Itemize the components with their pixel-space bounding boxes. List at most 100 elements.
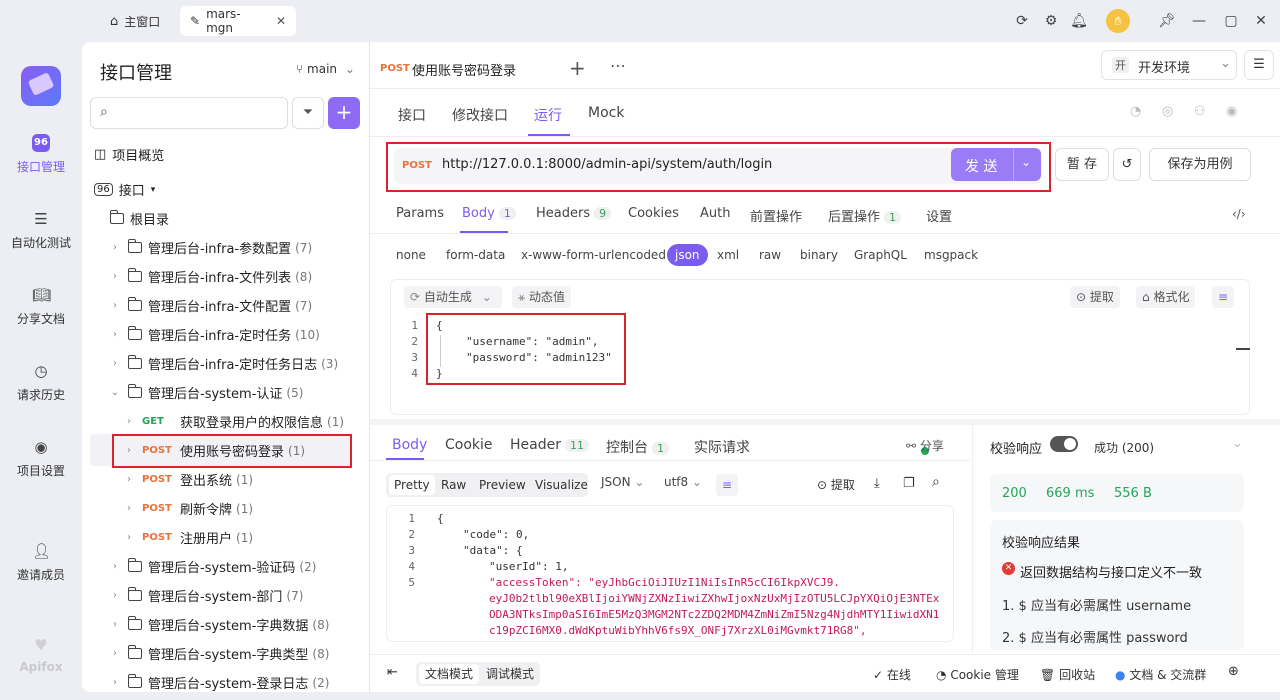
subtab[interactable]: 接口	[398, 105, 426, 125]
response-tab[interactable]: 控制台 1	[606, 437, 669, 457]
request-tab[interactable]: Body 1	[462, 206, 516, 221]
chevron-right-icon[interactable]: ›	[108, 329, 122, 340]
request-tab[interactable]: 后置操作 1	[828, 206, 902, 225]
env-selector[interactable]: 开 开发环境 ⌄	[1101, 50, 1237, 80]
folder-row[interactable]: › 管理后台-system-登录日志 (2)	[108, 668, 395, 697]
chevron-right-icon[interactable]: ›	[108, 590, 122, 601]
close-tab-icon[interactable]: ✕	[276, 14, 286, 28]
endpoint-row[interactable]: › POST 注册用户 (1)	[122, 523, 409, 552]
resp-extract-button[interactable]: ⊙ 提取	[817, 476, 855, 493]
endpoint-row[interactable]: › GET 获取登录用户的权限信息 (1)	[122, 407, 409, 436]
chevron-down-icon[interactable]: ⌄	[1232, 436, 1243, 451]
save-case-button[interactable]: 保存为用例	[1149, 148, 1251, 181]
autogen-button[interactable]: ⟳ 自动生成 ⌄	[404, 286, 502, 308]
code-line[interactable]: "data": {	[463, 544, 523, 557]
request-tab[interactable]: 设置	[926, 206, 952, 225]
doc-mode-button[interactable]: 文档模式	[419, 664, 479, 684]
share-button[interactable]: ⚯ 分享	[906, 437, 944, 454]
chevron-right-icon[interactable]: ›	[108, 358, 122, 369]
folder-row[interactable]: › 管理后台-infra-文件配置 (7)	[108, 291, 395, 320]
online-status[interactable]: ✓ 在线	[873, 666, 911, 683]
code-gen-icon[interactable]: ⚇	[1194, 104, 1206, 119]
send-button[interactable]: 发 送 ⌄	[951, 148, 1041, 181]
gear-icon[interactable]: ⚙	[1042, 12, 1060, 30]
validate-toggle[interactable]	[1050, 436, 1078, 452]
nav-invite[interactable]: 👤︎ 邀请成员	[0, 542, 82, 583]
subtab[interactable]: 修改接口	[452, 105, 508, 125]
code-line[interactable]: "code": 0,	[463, 528, 529, 541]
folder-row[interactable]: › 管理后台-system-验证码 (2)	[108, 552, 395, 581]
subtab[interactable]: Mock	[588, 105, 624, 121]
search-icon[interactable]: ⌕	[932, 474, 940, 490]
upgrade-icon[interactable]: ⊕	[1228, 664, 1239, 679]
community-link[interactable]: ● 文档 & 交流群	[1115, 666, 1206, 683]
dynamic-value-button[interactable]: ⚹ 动态值	[512, 286, 572, 308]
project-logo[interactable]	[21, 66, 61, 106]
format-select[interactable]: JSON ⌄	[601, 475, 644, 489]
chevron-right-icon[interactable]: ›	[122, 445, 136, 456]
new-tab-icon[interactable]: +	[569, 56, 586, 80]
wrap-button[interactable]: ≡	[716, 474, 739, 496]
search-input[interactable]: ⌕	[90, 97, 288, 129]
request-tab[interactable]: Cookies	[628, 206, 679, 221]
folder-row[interactable]: › 管理后台-infra-参数配置 (7)	[108, 233, 395, 262]
view-mode-option[interactable]: Pretty	[389, 475, 435, 495]
project-window-tab[interactable]: ✎ mars-mgn ✕	[180, 6, 296, 36]
body-type-option[interactable]: raw	[759, 244, 781, 266]
nav-share-docs[interactable]: 📖︎ 分享文档	[0, 286, 82, 327]
folder-row[interactable]: › 管理后台-infra-文件列表 (8)	[108, 262, 395, 291]
share-circle-icon[interactable]: ◎	[1162, 104, 1173, 119]
nav-api-management[interactable]: 96 接口管理	[0, 134, 82, 175]
more-icon[interactable]: ⋯	[610, 56, 626, 75]
code-line[interactable]: "refreshToken": "eyJhbGciOiJIUzI1NiIsInR…	[489, 640, 847, 641]
folder-row[interactable]: › 管理后台-infra-定时任务 (10)	[108, 320, 395, 349]
debug-mode-button[interactable]: 调试模式	[486, 665, 534, 682]
pin-icon[interactable]: 📌︎	[1158, 12, 1176, 30]
body-type-option[interactable]: form-data	[446, 244, 505, 266]
chevron-right-icon[interactable]: ›	[108, 619, 122, 630]
bell-icon[interactable]: 🔔︎	[1070, 12, 1088, 30]
chevron-right-icon[interactable]: ›	[108, 677, 122, 688]
folder-row[interactable]: › 管理后台-system-字典类型 (8)	[108, 639, 395, 668]
code-line[interactable]: "accessToken": "eyJhbGciOiJIUzI1NiIsInR5…	[489, 576, 840, 589]
code-line[interactable]: c19pZCI6MX0.dWdKptuWibYhhV6fs9X_ONFj7Xrz…	[489, 624, 867, 637]
menu-button[interactable]: ☰	[1244, 50, 1274, 80]
nav-project-settings[interactable]: ◉ 项目设置	[0, 438, 82, 479]
chevron-right-icon[interactable]: ›	[108, 561, 122, 572]
folder-row[interactable]: ⌄ 管理后台-system-认证 (5)	[108, 378, 395, 407]
chevron-right-icon[interactable]: ›	[122, 503, 136, 514]
wrap-button[interactable]: ≡	[1212, 286, 1235, 308]
request-tab[interactable]: Headers 9	[536, 206, 612, 221]
folder-row[interactable]: › 管理后台-system-字典数据 (8)	[108, 610, 395, 639]
panel-splitter[interactable]	[370, 419, 1280, 425]
body-type-option[interactable]: xml	[717, 244, 739, 266]
maximize-icon[interactable]: ▢	[1222, 12, 1240, 30]
code-line[interactable]: {	[437, 512, 444, 525]
save-draft-button[interactable]: 暂 存	[1055, 148, 1109, 181]
chevron-right-icon[interactable]: ›	[108, 242, 122, 253]
speed-icon[interactable]: ◔	[1130, 104, 1141, 119]
body-type-option[interactable]: msgpack	[924, 244, 978, 266]
doc-tab[interactable]: POST 使用账号密码登录	[370, 42, 550, 88]
view-mode-option[interactable]: Visualize	[530, 475, 593, 495]
branch-selector[interactable]: ⑂ main ⌄	[296, 62, 355, 76]
filter-button[interactable]: ⏷	[292, 97, 324, 129]
code-line[interactable]: eyJ0b2tlbl90eXBlIjoiYWNjZXNzIiwiZXhwIjox…	[489, 592, 939, 605]
chevron-right-icon[interactable]: ›	[122, 532, 136, 543]
encoding-select[interactable]: utf8 ⌄	[664, 475, 702, 489]
close-window-icon[interactable]: ✕	[1252, 12, 1270, 30]
target-icon[interactable]: ◉	[1226, 104, 1237, 119]
response-tab[interactable]: Cookie	[445, 437, 493, 453]
body-type-option[interactable]: none	[396, 244, 426, 266]
download-icon[interactable]: ⤓	[874, 476, 880, 491]
recycle-bin[interactable]: 🗑︎ 回收站	[1040, 666, 1095, 683]
add-button[interactable]: +	[328, 97, 360, 129]
code-line[interactable]: "userId": 1,	[489, 560, 568, 573]
reset-button[interactable]: ↺	[1113, 148, 1141, 181]
chevron-right-icon[interactable]: ›	[122, 474, 136, 485]
body-type-option[interactable]: json	[667, 244, 708, 266]
nav-history[interactable]: ◷ 请求历史	[0, 362, 82, 403]
request-tab[interactable]: Params	[396, 206, 444, 221]
code-icon[interactable]: ‹/›	[1232, 207, 1246, 221]
refresh-icon[interactable]: ⟳	[1013, 12, 1031, 30]
